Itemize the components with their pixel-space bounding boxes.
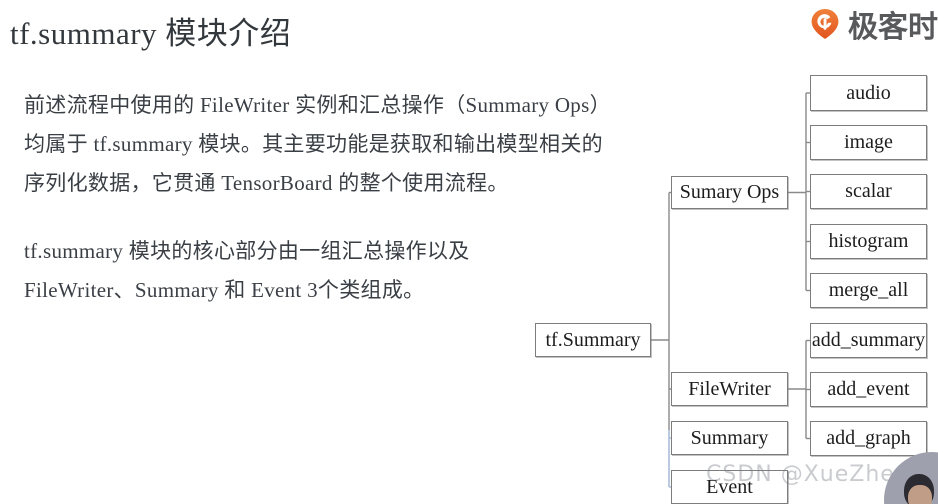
diagram-node-merge-all[interactable]: merge_all (810, 273, 927, 308)
diagram-node-add-graph[interactable]: add_graph (810, 421, 927, 456)
diagram-node-add-summary[interactable]: add_summary (810, 323, 927, 358)
diagram-node-root[interactable]: tf.Summary (535, 323, 651, 357)
diagram-node-scalar[interactable]: scalar (810, 174, 927, 209)
diagram-connectors (651, 92, 810, 488)
slide-canvas: 极客时间 tf.summary 模块介绍 前述流程中使用的 FileWriter… (0, 0, 938, 504)
diagram-node-image[interactable]: image (810, 125, 927, 160)
diagram-node-add-event[interactable]: add_event (810, 372, 927, 407)
tf-summary-hierarchy-diagram: tf.Summary Sumary Ops FileWriter Summary… (0, 0, 938, 504)
diagram-node-summary[interactable]: Summary (671, 421, 788, 455)
diagram-node-summary-ops[interactable]: Sumary Ops (671, 176, 788, 209)
webcam-face (908, 485, 932, 504)
diagram-node-filewriter[interactable]: FileWriter (671, 372, 788, 406)
diagram-node-histogram[interactable]: histogram (810, 224, 927, 259)
diagram-node-audio[interactable]: audio (810, 75, 927, 111)
